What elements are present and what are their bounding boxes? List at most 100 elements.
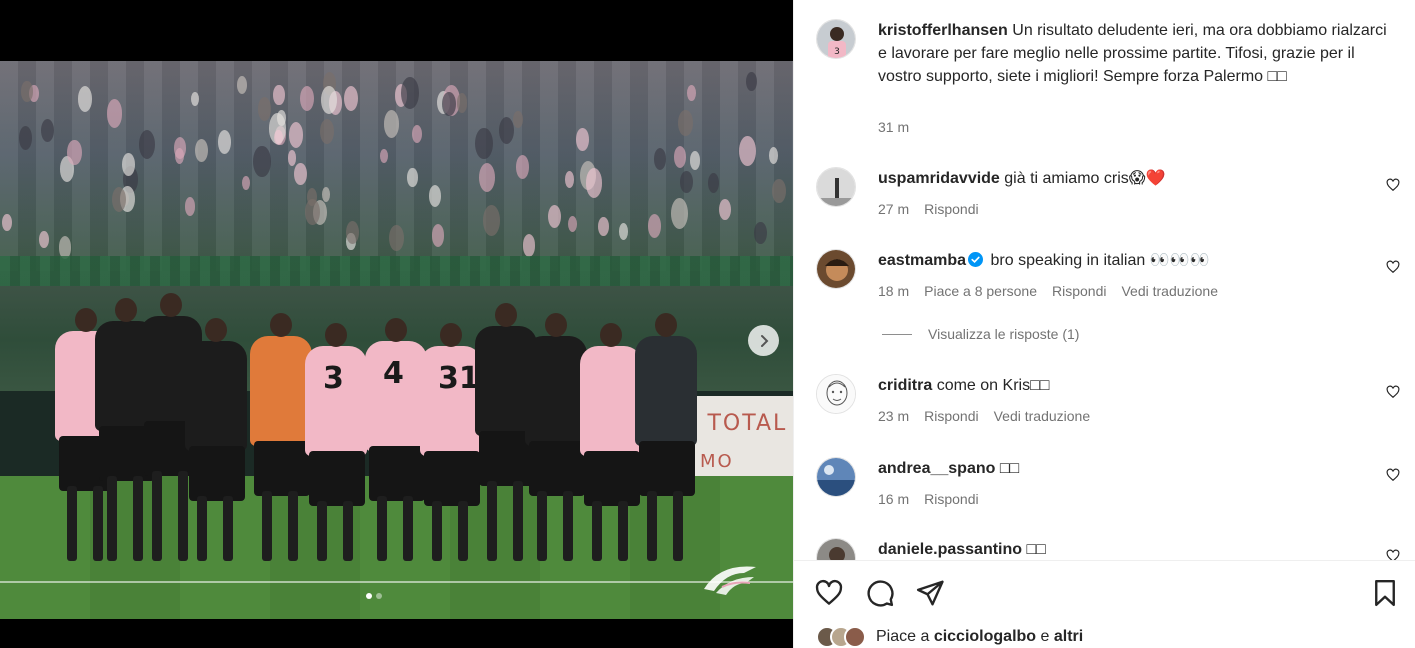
jersey-number: 4 xyxy=(383,356,404,391)
commenter-avatar[interactable] xyxy=(816,538,856,560)
avatar-image xyxy=(817,539,855,560)
post-photo: I TOTAL MO 3 4 31 xyxy=(0,61,793,619)
player-leg xyxy=(107,476,117,561)
player-head xyxy=(385,318,407,342)
likes-others[interactable]: altri xyxy=(1054,628,1083,646)
reply-button[interactable]: Rispondi xyxy=(924,491,978,507)
translate-button[interactable]: Vedi traduzione xyxy=(1121,283,1218,299)
player-leg xyxy=(152,471,162,561)
crowd-figure xyxy=(39,230,49,249)
comments-scroll[interactable]: 3 kristofferlhansen Un risultato deluden… xyxy=(794,0,1415,560)
share-button[interactable] xyxy=(915,578,945,608)
crowd-figure xyxy=(523,234,536,257)
jersey-number: 3 xyxy=(323,361,344,396)
crowd-figure xyxy=(442,92,456,117)
player-leg xyxy=(673,491,683,561)
player-shorts xyxy=(369,446,425,501)
commenter-avatar[interactable] xyxy=(816,457,856,497)
player-leg xyxy=(513,481,523,561)
player-leg xyxy=(403,496,413,561)
player-head xyxy=(655,313,677,337)
crowd-figure xyxy=(389,225,404,252)
player-head xyxy=(495,303,517,327)
view-replies-label: Visualizza le risposte (1) xyxy=(928,326,1080,342)
author-username[interactable]: kristofferlhansen xyxy=(878,22,1008,39)
reply-button[interactable]: Rispondi xyxy=(924,201,978,217)
board-text-bottom: MO xyxy=(700,451,734,472)
caption-time[interactable]: 31 m xyxy=(878,119,909,135)
translate-button[interactable]: Vedi traduzione xyxy=(994,408,1091,424)
crowd-figure xyxy=(305,198,320,225)
crowd-figure xyxy=(597,216,609,237)
heart-icon[interactable] xyxy=(1386,385,1400,399)
player-shorts xyxy=(309,451,365,506)
comment-time[interactable]: 23 m xyxy=(878,408,909,424)
verified-badge-icon xyxy=(968,252,984,267)
comment-username[interactable]: eastmamba xyxy=(878,252,966,269)
crowd-figure xyxy=(106,98,123,128)
crowd-figure xyxy=(407,167,418,187)
chevron-right-icon xyxy=(760,334,768,347)
comment-text: □□ xyxy=(999,460,1020,477)
crowd-figure xyxy=(689,151,700,170)
comment: eastmamba bro speaking in italian 👀👀👀 xyxy=(878,250,1358,272)
player-leg xyxy=(93,486,103,561)
comment-button[interactable] xyxy=(865,578,895,608)
heart-icon[interactable] xyxy=(1386,468,1400,482)
crowd-figure xyxy=(618,223,628,240)
comment-text: già ti amiamo cris😱❤️ xyxy=(1004,170,1166,187)
player-shorts xyxy=(639,441,695,496)
crowd-figure xyxy=(344,86,358,112)
heart-icon[interactable] xyxy=(1386,178,1400,192)
view-replies-button[interactable]: Visualizza le risposte (1) xyxy=(882,326,1079,342)
save-button[interactable] xyxy=(1370,578,1400,608)
player-head xyxy=(440,323,462,347)
commenter-avatar[interactable] xyxy=(816,374,856,414)
next-slide-button[interactable] xyxy=(748,325,779,356)
comment-username[interactable]: daniele.passantino xyxy=(878,541,1022,558)
crowd-figure xyxy=(456,93,468,113)
likes-prefix: Piace a xyxy=(876,628,934,645)
crowd-figure xyxy=(746,72,757,92)
reply-button[interactable]: Rispondi xyxy=(1052,283,1106,299)
comment-likes[interactable]: Piace a 8 persone xyxy=(924,283,1037,299)
comment-time[interactable]: 18 m xyxy=(878,283,909,299)
comment-text: □□ xyxy=(1026,541,1046,558)
player-head xyxy=(115,298,137,322)
comment-time[interactable]: 16 m xyxy=(878,491,909,507)
player-shorts xyxy=(254,441,310,496)
crowd-figure xyxy=(585,167,603,198)
post-caption: kristofferlhansen Un risultato deludente… xyxy=(878,19,1388,88)
crowd-figure xyxy=(707,172,720,193)
avatar-image xyxy=(817,458,855,496)
crowd-figure xyxy=(21,81,33,102)
player-head xyxy=(325,323,347,347)
comment-username[interactable]: andrea__spano xyxy=(878,460,995,477)
comment-meta: 16 m Rispondi xyxy=(878,491,979,507)
crowd-figure xyxy=(401,76,419,109)
like-button[interactable] xyxy=(814,578,844,608)
heart-icon[interactable] xyxy=(1386,260,1400,274)
commenter-avatar[interactable] xyxy=(816,167,856,207)
player-figure xyxy=(635,336,697,446)
player-leg xyxy=(67,486,77,561)
player-leg xyxy=(197,496,207,561)
likes-middle: e xyxy=(1036,628,1054,645)
comment-username[interactable]: criditra xyxy=(878,377,932,394)
author-avatar[interactable]: 3 xyxy=(816,19,856,59)
crowd-figure xyxy=(475,127,493,160)
comment-username[interactable]: uspamridavvide xyxy=(878,170,1000,187)
commenter-avatar[interactable] xyxy=(816,249,856,289)
reply-button[interactable]: Rispondi xyxy=(924,408,978,424)
player-leg xyxy=(618,501,628,561)
crowd-figure xyxy=(299,85,314,112)
likes-user[interactable]: cicciologalbo xyxy=(934,628,1036,646)
crowd-figure xyxy=(289,121,304,148)
comment-time[interactable]: 27 m xyxy=(878,201,909,217)
heart-icon[interactable] xyxy=(1386,549,1400,560)
player-leg xyxy=(178,471,188,561)
player-head xyxy=(205,318,227,342)
svg-text:3: 3 xyxy=(834,47,840,57)
player-head xyxy=(75,308,97,332)
comment-text: come on Kris□□ xyxy=(936,377,1050,394)
